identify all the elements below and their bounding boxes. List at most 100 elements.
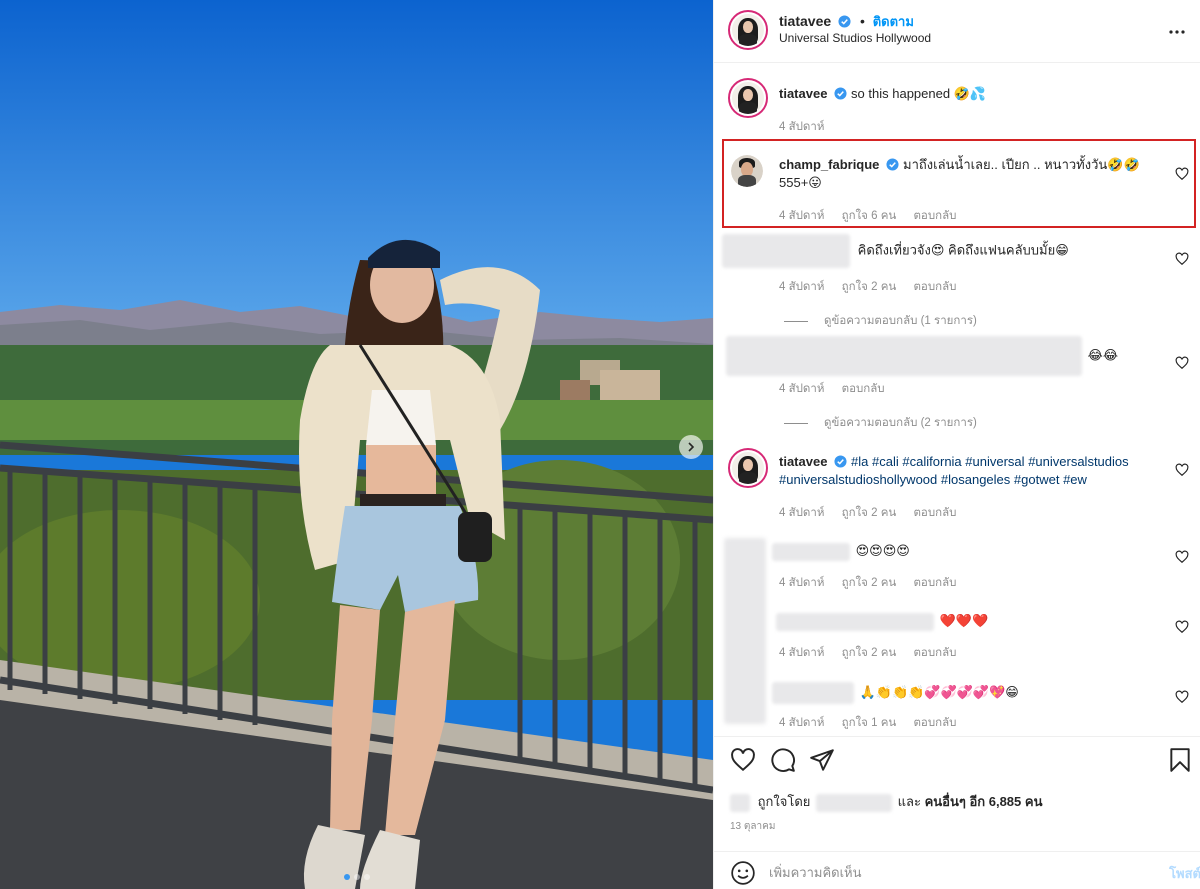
chevron-right-icon	[688, 442, 695, 452]
comment-meta: 4 สัปดาห์ ถูกใจ 2 คน ตอบกลับ	[779, 644, 970, 662]
view-replies-button[interactable]: ดูข้อความตอบกลับ (1 รายการ)	[784, 312, 977, 330]
verified-badge-icon	[834, 87, 847, 100]
like-comment-heart-icon[interactable]	[1175, 356, 1189, 370]
comment-time[interactable]: 4 สัปดาห์	[779, 210, 824, 222]
bookmark-icon[interactable]	[1167, 747, 1193, 773]
comment-time[interactable]: 4 สัปดาห์	[779, 121, 824, 133]
reply-button[interactable]: ตอบกลับ	[913, 717, 956, 729]
more-horizontal-icon	[1169, 30, 1185, 34]
liked-by-prefix: ถูกใจโดย	[757, 794, 811, 809]
comment-meta: 4 สัปดาห์ ตอบกลับ	[779, 380, 899, 398]
like-comment-heart-icon[interactable]	[1175, 463, 1189, 477]
view-replies-button[interactable]: ดูข้อความตอบกลับ (2 รายการ)	[784, 414, 977, 432]
author-avatar[interactable]	[728, 10, 768, 50]
comment-username[interactable]: tiatavee	[779, 454, 827, 469]
others-likes-link[interactable]: คนอื่นๆ อีก 6,885 คน	[925, 794, 1043, 809]
comment-body: 😍😍😍😍	[772, 542, 1165, 561]
hashtag-link[interactable]: #cali	[872, 454, 899, 469]
comment-time[interactable]: 4 สัปดาห์	[779, 577, 824, 589]
blurred-username	[772, 682, 854, 704]
hashtag-link[interactable]: #la	[851, 454, 868, 469]
comment-body: tiatavee so this happened 🤣💦	[779, 85, 1165, 103]
location-link[interactable]: Universal Studios Hollywood	[779, 31, 931, 45]
post-side-panel: tiatavee • ติดตาม Universal Studios Holl…	[713, 0, 1200, 889]
liker-avatar	[730, 793, 750, 812]
comment-time[interactable]: 4 สัปดาห์	[779, 281, 824, 293]
like-comment-heart-icon[interactable]	[1175, 550, 1189, 564]
avatar[interactable]	[728, 78, 768, 118]
comment-text: คิดถึงเที่ยวจัง😍 คิดถึงแฟนคลับบมั้ย😁	[857, 242, 1069, 258]
hashtag-link[interactable]: #losangeles	[941, 472, 1010, 487]
comment-icon[interactable]	[770, 747, 796, 773]
verified-badge-icon	[886, 158, 899, 171]
reply-button[interactable]: ตอบกลับ	[842, 383, 885, 395]
liker-username[interactable]	[816, 793, 892, 812]
comment-likes[interactable]: ถูกใจ 6 คน	[842, 210, 897, 222]
comment-likes[interactable]: ถูกใจ 2 คน	[842, 577, 897, 589]
comment-body: champ_fabrique มาถึงเล่นน้ำเลย.. เปียก .…	[779, 156, 1165, 192]
author-username[interactable]: tiatavee	[779, 13, 831, 29]
comment-likes[interactable]: ถูกใจ 2 คน	[842, 281, 897, 293]
comment-meta: 4 สัปดาห์ ถูกใจ 1 คน ตอบกลับ	[779, 714, 970, 732]
hashtag-link[interactable]: #ew	[1063, 472, 1087, 487]
post-actions: ถูกใจโดย และ คนอื่นๆ อีก 6,885 คน 13 ตุล…	[714, 736, 1200, 836]
post-date[interactable]: 13 ตุลาคม	[730, 819, 775, 834]
comment-text: 😂😂	[1087, 347, 1119, 363]
reply-button[interactable]: ตอบกลับ	[913, 577, 956, 589]
comment-meta: 4 สัปดาห์ ถูกใจ 2 คน ตอบกลับ	[779, 278, 970, 296]
verified-badge-icon	[834, 455, 847, 468]
like-comment-heart-icon[interactable]	[1175, 167, 1189, 181]
reply-button[interactable]: ตอบกลับ	[913, 281, 956, 293]
add-comment-bar: โพสต์	[714, 851, 1200, 889]
view-replies-label: ดูข้อความตอบกลับ (2 รายการ)	[824, 417, 977, 429]
blurred-username	[722, 234, 850, 268]
hashtag-link[interactable]: #universalstudioshollywood	[779, 472, 937, 487]
more-options-button[interactable]	[1169, 18, 1185, 39]
photo-illustration	[0, 0, 713, 889]
carousel-next-button[interactable]	[679, 435, 703, 459]
comment-body: tiatavee #la #cali #california #universa…	[779, 453, 1165, 489]
carousel-dots	[0, 874, 713, 880]
comment-likes[interactable]: ถูกใจ 2 คน	[842, 647, 897, 659]
reply-button[interactable]: ตอบกลับ	[913, 210, 956, 222]
comment-meta: 4 สัปดาห์ ถูกใจ 6 คน ตอบกลับ	[779, 207, 970, 225]
hashtag-link[interactable]: #universalstudios	[1028, 454, 1128, 469]
comments-list[interactable]: tiatavee so this happened 🤣💦 4 สัปดาห์ c…	[714, 64, 1200, 736]
liked-by-suffix: และ	[897, 794, 921, 809]
comment-time[interactable]: 4 สัปดาห์	[779, 383, 824, 395]
separator-dot: •	[859, 13, 865, 29]
heart-icon[interactable]	[730, 747, 756, 773]
hashtag-link[interactable]: #universal	[965, 454, 1024, 469]
comment-body: คิดถึงเที่ยวจัง😍 คิดถึงแฟนคลับบมั้ย😁	[722, 234, 1165, 268]
like-comment-heart-icon[interactable]	[1175, 690, 1189, 704]
comment-time[interactable]: 4 สัปดาห์	[779, 647, 824, 659]
reply-button[interactable]: ตอบกลับ	[913, 647, 956, 659]
hashtag-link[interactable]: #california	[902, 454, 961, 469]
comment-likes[interactable]: ถูกใจ 1 คน	[842, 717, 897, 729]
avatar[interactable]	[731, 155, 763, 187]
comment-time[interactable]: 4 สัปดาห์	[779, 507, 824, 519]
comment-body: 😂😂	[726, 336, 1165, 376]
follow-button[interactable]: ติดตาม	[873, 14, 914, 29]
liked-by-summary: ถูกใจโดย และ คนอื่นๆ อีก 6,885 คน	[730, 791, 1042, 812]
comment-meta: 4 สัปดาห์	[779, 118, 838, 136]
comment-username[interactable]: champ_fabrique	[779, 157, 879, 172]
like-comment-heart-icon[interactable]	[1175, 252, 1189, 266]
comment-time[interactable]: 4 สัปดาห์	[779, 717, 824, 729]
comment-likes[interactable]: ถูกใจ 2 คน	[842, 507, 897, 519]
comment-text: ❤️❤️❤️	[939, 613, 989, 628]
comment-username[interactable]: tiatavee	[779, 86, 827, 101]
like-comment-heart-icon[interactable]	[1175, 620, 1189, 634]
post-comment-button[interactable]: โพสต์	[1169, 863, 1200, 884]
post-header: tiatavee • ติดตาม Universal Studios Holl…	[714, 0, 1200, 63]
reply-button[interactable]: ตอบกลับ	[913, 507, 956, 519]
share-icon[interactable]	[809, 747, 835, 773]
comment-meta: 4 สัปดาห์ ถูกใจ 2 คน ตอบกลับ	[779, 504, 970, 522]
emoji-icon[interactable]	[730, 860, 756, 886]
verified-badge-icon	[838, 15, 851, 28]
hashtag-link[interactable]: #gotwet	[1014, 472, 1060, 487]
comment-meta: 4 สัปดาห์ ถูกใจ 2 คน ตอบกลับ	[779, 574, 970, 592]
comment-body: ❤️❤️❤️	[776, 612, 1165, 631]
comment-input[interactable]	[769, 860, 1129, 884]
avatar[interactable]	[728, 448, 768, 488]
